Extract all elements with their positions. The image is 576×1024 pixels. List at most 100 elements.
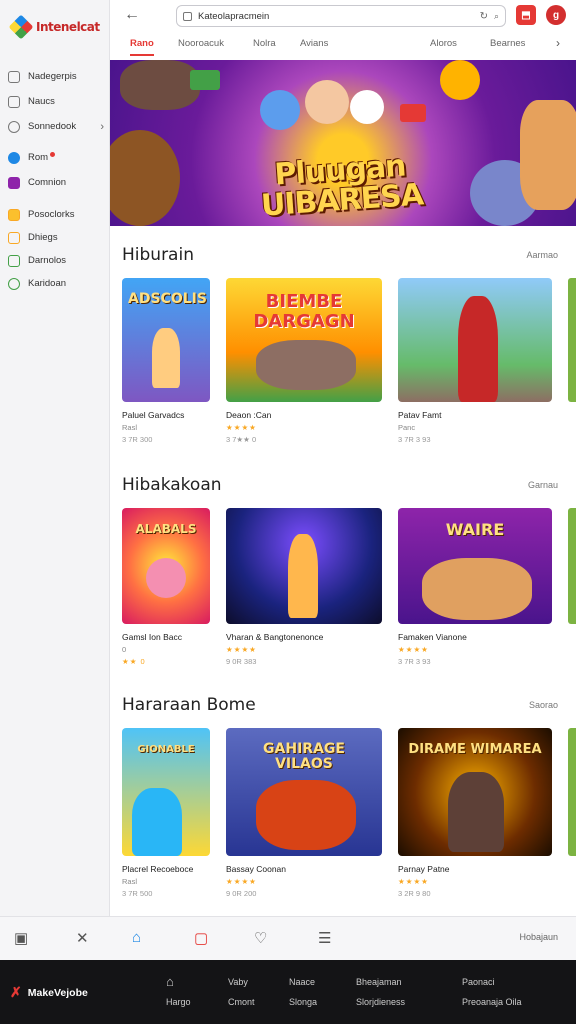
thumbnail-text: ADSCOLIS xyxy=(128,291,207,307)
game-card[interactable]: Patav Famt Panc 3 7R 3 93 xyxy=(398,278,552,444)
game-card[interactable]: GIONABLE Placrel Recoeboce Rasl 3 7R 500 xyxy=(122,728,210,898)
sidebar-item-5[interactable]: Posoclorks xyxy=(8,203,104,226)
tab-0[interactable]: Rano xyxy=(130,38,154,56)
chevron-right-icon[interactable]: › xyxy=(556,36,560,50)
card-meta: 3 7R 3 93 xyxy=(398,657,431,666)
app-logo[interactable]: Intenelcat xyxy=(8,14,100,40)
extension-icon[interactable]: ⬒ xyxy=(516,5,536,25)
thumbnail-text: BIEMBE DARGAGN xyxy=(253,291,355,332)
search-input[interactable] xyxy=(198,10,474,22)
home-icon xyxy=(8,70,20,83)
star-rating: ★★★★ xyxy=(226,423,257,432)
see-more-link[interactable]: Garnau xyxy=(528,480,558,490)
tab-2[interactable]: Nolra xyxy=(253,38,276,49)
game-card[interactable]: ADSCOLIS Paluel Garvadcs Rasl 3 7R 300 xyxy=(122,278,210,444)
back-arrow-icon[interactable]: ← xyxy=(124,6,140,24)
game-card[interactable]: WAIRE Famaken Vianone ★★★★ 3 7R 3 93 xyxy=(398,508,552,666)
card-title: Deaon :Can xyxy=(226,410,272,420)
notes-icon[interactable]: ☰ xyxy=(318,929,331,947)
toolbar-label[interactable]: Hobajaun xyxy=(519,932,558,942)
card-subtitle: Rasl xyxy=(122,423,138,432)
game-card[interactable]: BIEMBE DARGAGN Deaon :Can ★★★★ 3 7★★ 0 xyxy=(226,278,382,444)
notification-dot xyxy=(50,152,56,157)
card-subtitle: Panc xyxy=(398,423,416,432)
footer-link[interactable]: Paonaci Preoanaja Oila xyxy=(462,972,522,1012)
logo-icon xyxy=(8,14,34,40)
card-title: Paluel Garvadcs xyxy=(122,410,185,420)
logo-text: Intenelcat xyxy=(36,20,100,34)
game-card[interactable]: DIRAME WIMAREA Parnay Patne ★★★★ 3 2R 9 … xyxy=(398,728,552,898)
footer-link-label: Hargo xyxy=(166,997,191,1007)
game-thumbnail: ALABALS xyxy=(122,508,210,624)
star-rating: ★★★★ xyxy=(226,645,257,654)
thumbnail-characters xyxy=(256,780,356,850)
search-icon[interactable]: ⌕ xyxy=(494,11,499,22)
sidebar-item-0[interactable]: Nadegerpis xyxy=(8,64,104,89)
footer-link[interactable]: Vaby Cmont xyxy=(228,972,255,1012)
bookmark-icon[interactable]: ▢ xyxy=(194,929,208,947)
star-rating: ★★★★ xyxy=(398,877,429,886)
reload-icon[interactable]: ↻ xyxy=(480,11,488,22)
thumbnail-character xyxy=(152,328,180,388)
hero-character-left xyxy=(110,130,180,226)
sidebar: Intenelcat Nadegerpis Naucs Sonnedook › … xyxy=(0,0,110,960)
see-more-link[interactable]: Saorao xyxy=(529,700,558,710)
tab-3[interactable]: Avians xyxy=(300,38,328,49)
hero-character-topleft xyxy=(120,60,200,110)
card-meta: 3 7R 3 93 xyxy=(398,435,431,444)
game-card[interactable]: GAHIRAGE VILAOS Bassay Coonan ★★★★ 9 0R … xyxy=(226,728,382,898)
sidebar-group-secondary: Rom Comnion xyxy=(8,145,104,195)
hero-title-line2: UIBARESA xyxy=(259,177,425,224)
tab-4[interactable]: Aloros xyxy=(430,38,457,49)
thumbnail-text: WAIRE xyxy=(445,520,505,539)
hero-emoji xyxy=(440,60,480,100)
sidebar-item-4[interactable]: Comnion xyxy=(8,170,104,195)
card-peek[interactable] xyxy=(568,728,576,856)
hero-character-right xyxy=(520,100,576,210)
profile-icon[interactable]: g xyxy=(546,5,566,25)
star-rating: ★★★★ xyxy=(398,645,429,654)
footer-logo-text: MakeVejobe xyxy=(27,986,88,999)
sidebar-item-1[interactable]: Naucs xyxy=(8,89,104,114)
sidebar-item-6[interactable]: Dhiegs xyxy=(8,226,104,249)
game-card[interactable]: ALABALS Gamsl Ion Bacc 0 ★★ 0 xyxy=(122,508,210,666)
folder-icon xyxy=(8,208,20,221)
see-more-link[interactable]: Aarmao xyxy=(526,250,558,260)
footer-logo[interactable]: ✗ MakeVejobe xyxy=(10,984,88,1001)
sidebar-item-2[interactable]: Sonnedook › xyxy=(8,114,104,139)
heart-icon[interactable]: ♡ xyxy=(254,929,267,947)
grid-icon xyxy=(8,95,20,108)
game-thumbnail xyxy=(226,508,382,624)
card-meta: 3 7★★ 0 xyxy=(226,435,257,444)
address-bar[interactable]: ↻ ⌕ xyxy=(176,5,506,27)
footer-link[interactable]: Naace Slonga xyxy=(289,972,317,1012)
thumbnail-text: ALABALS xyxy=(135,522,197,536)
sidebar-group-library: Posoclorks Dhiegs Darnolos Karidoan xyxy=(8,203,104,295)
tab-1[interactable]: Nooroacuk xyxy=(178,38,224,49)
sidebar-item-7[interactable]: Darnolos xyxy=(8,249,104,272)
tab-5[interactable]: Bearnes xyxy=(490,38,525,49)
footer-link-label: Vaby xyxy=(228,977,248,987)
footer-link[interactable]: Bheajaman Slorjdieness xyxy=(356,972,405,1012)
thumbnail-characters xyxy=(256,340,356,390)
card-peek[interactable] xyxy=(568,278,576,402)
game-card[interactable]: Vharan & Bangtonenonce ★★★★ 9 0R 383 xyxy=(226,508,382,666)
game-thumbnail: BIEMBE DARGAGN xyxy=(226,278,382,402)
card-peek[interactable] xyxy=(568,508,576,624)
card-title: Vharan & Bangtonenonce xyxy=(226,632,324,642)
sidebar-item-8[interactable]: Karidoan xyxy=(8,272,104,295)
panel-icon[interactable]: ▣ xyxy=(14,929,28,947)
card-title: Placrel Recoeboce xyxy=(122,864,194,874)
sidebar-item-3[interactable]: Rom xyxy=(8,145,104,170)
tools-icon[interactable]: ✕ xyxy=(76,929,89,947)
hero-banner[interactable]: Pluugan UIBARESA xyxy=(110,60,576,226)
section-title: Hiburain xyxy=(122,245,194,265)
globe-icon xyxy=(8,277,20,290)
sidebar-group-main: Nadegerpis Naucs Sonnedook › xyxy=(8,64,104,139)
footer-link-home[interactable]: ⌂ Hargo xyxy=(166,972,191,1012)
section-title: Hararaan Bome xyxy=(122,695,256,715)
share-icon[interactable]: ⌂ xyxy=(132,929,141,946)
hero-ball xyxy=(350,90,384,124)
bookmark-icon xyxy=(8,231,20,244)
hero-gem-green xyxy=(190,70,220,90)
